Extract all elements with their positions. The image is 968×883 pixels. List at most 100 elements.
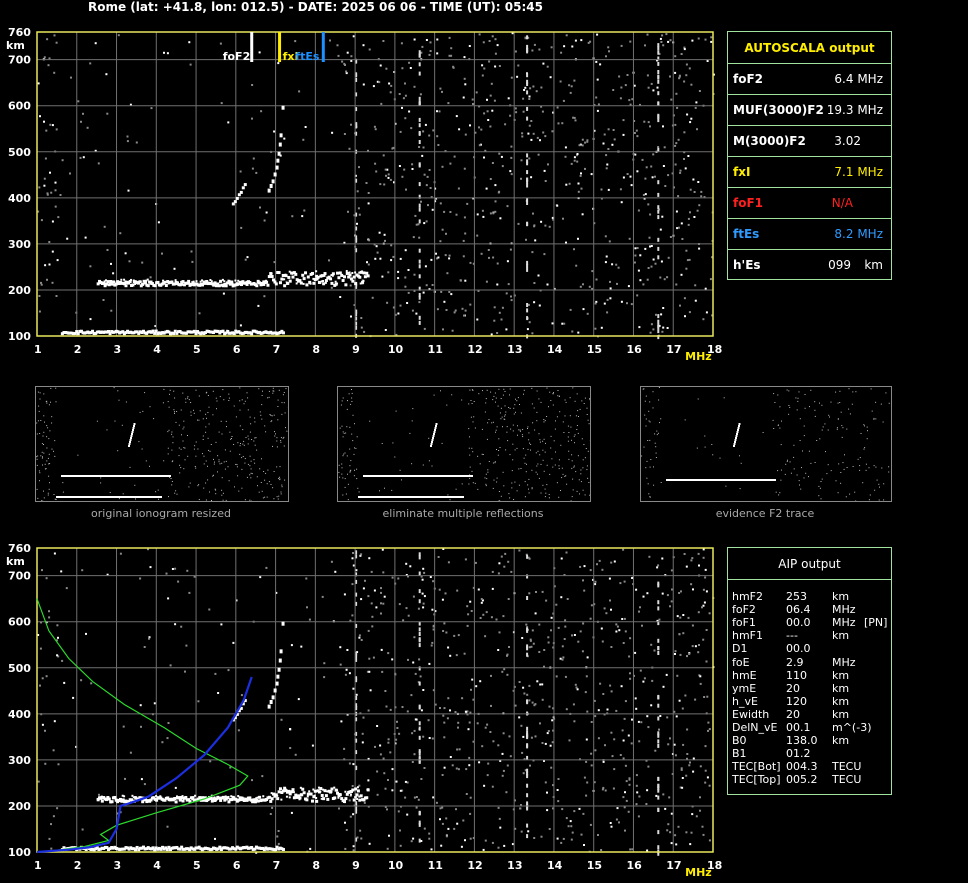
aip-unit: MHz [832,655,856,669]
x-tick-label: 13 [507,343,522,356]
x-tick-label: 15 [587,343,602,356]
y-tick-label: 400 [8,708,31,721]
aip-label: hmF1 [732,629,764,643]
y-tick-label: 760 [8,542,31,555]
marker-label-foF2: foF2 [223,50,251,63]
aip-value: 138.0 [786,734,818,748]
y-tick-label: 300 [8,754,31,767]
autoscala-label: foF2 [733,72,764,86]
y-tick-label: 700 [8,570,31,583]
aip-unit: MHz [832,603,856,617]
aip-unit: km [832,694,850,708]
noise-dots [37,32,715,340]
x-tick-label: 16 [626,343,642,356]
aip-label: DelN_vE [732,721,778,734]
x-tick-label: 11 [428,859,443,872]
y-tick-label: 600 [8,100,31,113]
aip-value: 01.2 [786,747,811,761]
x-tick-label: 7 [273,859,281,872]
aip-value: 120 [786,694,807,708]
thumbnail-dots [641,387,890,501]
x-tick-label: 12 [467,859,482,872]
aip-unit: m^(-3) [832,721,872,734]
thumbnail-caption: eliminate multiple reflections [382,507,544,520]
aip-label: hmE [732,668,757,682]
aip-value: 2.9 [786,655,804,669]
x-axis-label: MHz [685,350,712,363]
autoscala-unit: km [864,258,883,272]
aip-label: B0 [732,734,747,748]
aip-label: TEC[Bot] [732,760,781,774]
x-tick-label: 10 [388,343,404,356]
aip-unit: km [832,668,850,682]
x-tick-label: 14 [547,343,563,356]
aip-value: 253 [786,590,807,603]
x-tick-label: 2 [74,343,82,356]
aip-value: 110 [786,668,807,682]
aip-unit: km [832,681,850,695]
autoscala-value: 7.1 MHz [834,165,883,179]
aip-title: AIP output [778,557,841,571]
x-tick-label: 7 [273,343,281,356]
aip-value: 00.1 [786,721,811,734]
autoscala-row: ftEs 8.2 MHz [728,218,891,250]
aip-extra: [PN] [864,616,888,630]
aip-panel: AIP output hmF2 253 km foF2 06.4 MHz foF1 00.0 M… [727,547,892,795]
echo-traces [60,105,370,336]
y-tick-label: 700 [8,54,31,67]
thumbnail-original [35,386,289,502]
autoscala-label: fxI [733,165,751,179]
x-tick-label: 10 [388,859,404,872]
autoscala-row: foF1 N/A [728,187,891,219]
autoscala-label: h'Es [733,258,761,272]
thumbnail-dots [36,387,288,501]
aip-unit: TECU [832,760,862,774]
aip-label: TEC[Top] [732,773,781,787]
aip-label: ymE [732,681,757,695]
y-tick-label: 500 [8,146,31,159]
aip-unit: MHz [832,616,856,630]
y-tick-label: 200 [8,284,31,297]
x-tick-label: 3 [114,859,122,872]
chart-grid [37,32,713,336]
aip-label: hmF2 [732,590,764,603]
noise-dots [37,548,715,856]
x-tick-label: 17 [666,859,681,872]
x-tick-label: 16 [626,859,642,872]
autoscala-row: M(3000)F2 3.02 [728,125,891,157]
aip-value: --- [786,629,798,643]
aip-label: foF2 [732,603,756,617]
echo-traces [60,621,370,852]
aip-label: h_vE [732,694,758,708]
thumbnail-no-multiple [337,386,591,502]
x-tick-label: 9 [352,343,360,356]
autoscala-label: ftEs [733,227,760,241]
header-title: Rome (lat: +41.8, lon: 012.5) - DATE: 20… [88,0,543,14]
chart-grid [37,548,713,852]
x-tick-label: 14 [547,859,563,872]
y-axis-label: km [6,39,25,52]
aip-profile-chart: 100200300400500600700760km1 2 3 4 5 6 7 8 9 10 11 1… [6,542,722,879]
aip-label: foE [732,655,750,669]
x-tick-label: 9 [352,859,360,872]
autoscala-value: 6.4 MHz [834,72,883,86]
x-tick-label: 1 [34,859,42,872]
aip-unit: km [832,734,850,748]
x-tick-label: 8 [312,343,320,356]
x-tick-label: 3 [114,343,122,356]
aip-label: D1 [732,642,748,656]
x-tick-label: 1 [34,343,42,356]
aip-value: 005.2 [786,773,818,787]
aip-unit: km [832,590,850,603]
x-tick-label: 12 [467,343,482,356]
y-tick-label: 200 [8,800,31,813]
autoscala-label: MUF(3000)F2 [733,103,824,117]
y-tick-label: 760 [8,26,31,39]
x-tick-label: 17 [666,343,681,356]
x-tick-label: 8 [312,859,320,872]
autoscala-panel: AUTOSCALA output foF2 6.4 MHz MUF(3000)F2 1… [727,31,892,280]
autoscala-value: 19.3 MHz [826,103,883,117]
aip-label: Ewidth [732,707,770,721]
thumbnail-caption: evidence F2 trace [715,507,815,520]
y-tick-label: 100 [8,846,31,859]
